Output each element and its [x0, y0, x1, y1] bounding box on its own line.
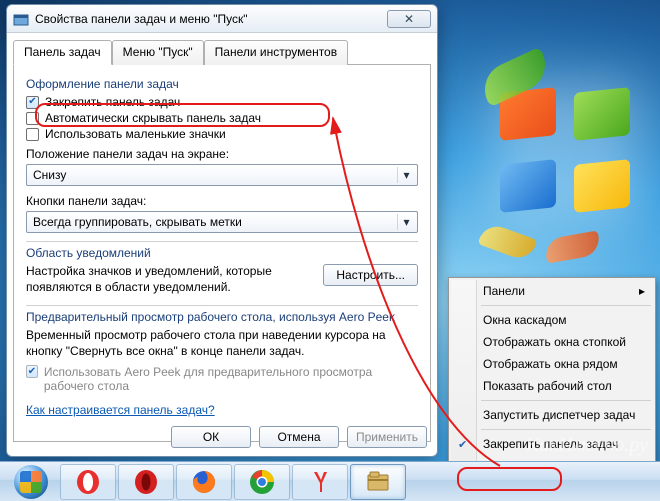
tab-strip: Панель задач Меню "Пуск" Панели инструме… — [13, 39, 431, 64]
tab-startmenu[interactable]: Меню "Пуск" — [112, 40, 204, 65]
taskbar-context-menu: Панели Окна каскадом Отображать окна сто… — [448, 277, 656, 480]
checkbox-peek-row: Использовать Aero Peek для предварительн… — [26, 365, 418, 393]
tab-toolbars[interactable]: Панели инструментов — [204, 40, 348, 65]
checkbox-autohide-row[interactable]: Автоматически скрывать панель задач — [26, 111, 418, 125]
position-value: Снизу — [33, 168, 66, 182]
chevron-down-icon: ▾ — [397, 214, 415, 230]
leaf-decoration — [478, 221, 538, 262]
buttons-label: Кнопки панели задач: — [26, 194, 418, 208]
taskbar-item-explorer[interactable] — [350, 464, 406, 500]
checkbox-autohide-label: Автоматически скрывать панель задач — [45, 111, 261, 125]
ctx-cascade[interactable]: Окна каскадом — [451, 309, 653, 331]
peek-desc: Временный просмотр рабочего стола при на… — [26, 328, 418, 359]
start-orb-icon — [14, 465, 48, 499]
checkbox-smallicons-row[interactable]: Использовать маленькие значки — [26, 127, 418, 141]
close-icon: ✕ — [404, 12, 414, 26]
yandex-icon — [307, 469, 333, 495]
ctx-panels[interactable]: Панели — [451, 280, 653, 302]
position-select[interactable]: Снизу ▾ — [26, 164, 418, 186]
buttons-value: Всегда группировать, скрывать метки — [33, 215, 242, 229]
ctx-separator — [481, 400, 651, 401]
taskbar-item-firefox[interactable] — [176, 464, 232, 500]
windows-logo — [500, 90, 630, 210]
buttons-select[interactable]: Всегда группировать, скрывать метки ▾ — [26, 211, 418, 233]
tab-taskbar[interactable]: Панель задач — [13, 40, 112, 65]
ctx-sidebyside[interactable]: Отображать окна рядом — [451, 353, 653, 375]
dialog-buttons: ОК Отмена Применить — [171, 426, 427, 448]
checkbox-smallicons-label: Использовать маленькие значки — [45, 127, 226, 141]
customize-button[interactable]: Настроить... — [323, 264, 418, 286]
divider — [26, 305, 418, 306]
apply-button[interactable]: Применить — [347, 426, 427, 448]
taskbar-item-opera[interactable] — [60, 464, 116, 500]
checkbox-lock-row[interactable]: Закрепить панель задач — [26, 95, 418, 109]
window-icon — [13, 11, 29, 27]
taskbar-properties-dialog: Свойства панели задач и меню "Пуск" ✕ Па… — [6, 4, 438, 457]
group-peek-title: Предварительный просмотр рабочего стола,… — [26, 310, 418, 324]
checkbox-lock[interactable] — [26, 96, 39, 109]
taskbar[interactable] — [0, 461, 660, 501]
tab-panel-taskbar: Оформление панели задач Закрепить панель… — [13, 64, 431, 442]
chevron-down-icon: ▾ — [397, 167, 415, 183]
checkbox-autohide[interactable] — [26, 112, 39, 125]
opera-icon — [75, 469, 101, 495]
notif-desc: Настройка значков и уведомлений, которые… — [26, 264, 313, 295]
titlebar[interactable]: Свойства панели задач и меню "Пуск" ✕ — [7, 5, 437, 33]
firefox-icon — [191, 469, 217, 495]
start-button[interactable] — [4, 464, 58, 500]
close-button[interactable]: ✕ — [387, 10, 431, 28]
taskbar-item-yandex[interactable] — [292, 464, 348, 500]
checkbox-lock-label: Закрепить панель задач — [45, 95, 180, 109]
check-icon: ✔ — [458, 438, 467, 451]
ok-button[interactable]: ОК — [171, 426, 251, 448]
ctx-lock[interactable]: ✔Закрепить панель задач — [451, 433, 653, 455]
help-link[interactable]: Как настраивается панель задач? — [26, 403, 215, 417]
cancel-button[interactable]: Отмена — [259, 426, 339, 448]
taskbar-item-chrome[interactable] — [234, 464, 290, 500]
checkbox-smallicons[interactable] — [26, 128, 39, 141]
ctx-taskmgr[interactable]: Запустить диспетчер задач — [451, 404, 653, 426]
group-notif-title: Область уведомлений — [26, 246, 418, 260]
ctx-separator — [481, 429, 651, 430]
checkbox-peek — [26, 365, 38, 378]
ctx-stack[interactable]: Отображать окна стопкой — [451, 331, 653, 353]
taskbar-item-opera2[interactable] — [118, 464, 174, 500]
ctx-separator — [481, 305, 651, 306]
explorer-icon — [365, 469, 391, 495]
divider — [26, 241, 418, 242]
position-label: Положение панели задач на экране: — [26, 147, 418, 161]
checkbox-peek-label: Использовать Aero Peek для предварительн… — [44, 365, 418, 393]
chrome-icon — [249, 469, 275, 495]
group-appearance-title: Оформление панели задач — [26, 77, 418, 91]
leaf-decoration — [543, 230, 601, 263]
opera-icon — [133, 469, 159, 495]
window-title: Свойства панели задач и меню "Пуск" — [35, 12, 387, 26]
ctx-showdesktop[interactable]: Показать рабочий стол — [451, 375, 653, 397]
